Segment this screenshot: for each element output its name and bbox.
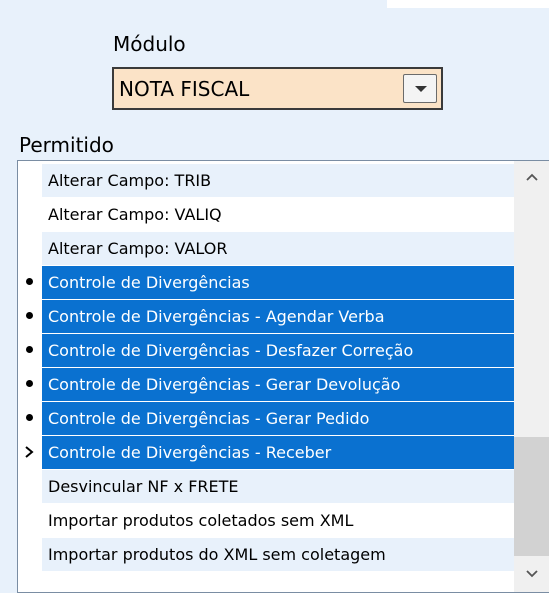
modulo-label: Módulo xyxy=(113,32,186,56)
list-item[interactable]: Alterar Campo: TRIB xyxy=(18,164,515,198)
permitido-label: Permitido xyxy=(19,133,114,157)
list-item[interactable]: Controle de Divergências xyxy=(18,266,515,300)
chevron-down-icon xyxy=(526,570,538,578)
row-indicator xyxy=(18,198,42,231)
list-item-label: Alterar Campo: VALOR xyxy=(42,232,514,265)
list-item-label: Alterar Campo: TRIB xyxy=(42,164,514,197)
permitido-list[interactable]: Alterar Campo: TRIB Alterar Campo: VALIQ A… xyxy=(17,160,549,593)
row-indicator xyxy=(18,504,42,537)
scroll-down-button[interactable] xyxy=(514,558,549,592)
row-indicator xyxy=(18,470,42,503)
scrollbar-thumb[interactable] xyxy=(514,437,549,556)
vertical-scrollbar[interactable] xyxy=(514,161,549,592)
list-item[interactable]: Controle de Divergências - Agendar Verba xyxy=(18,300,515,334)
bullet-icon xyxy=(26,414,33,421)
row-indicator xyxy=(18,334,42,367)
current-row-arrow-icon xyxy=(25,446,34,458)
list-item-label: Controle de Divergências xyxy=(42,266,514,299)
list-item[interactable]: Controle de Divergências - Desfazer Corr… xyxy=(18,334,515,368)
bullet-icon xyxy=(26,346,33,353)
list-item[interactable]: Desvincular NF x FRETE xyxy=(18,470,515,504)
row-indicator xyxy=(18,368,42,401)
list-item-label: Controle de Divergências - Desfazer Corr… xyxy=(42,334,514,367)
list-item[interactable]: Controle de Divergências - Gerar Devoluç… xyxy=(18,368,515,402)
list-item[interactable]: Alterar Campo: VALOR xyxy=(18,232,515,266)
list-item[interactable]: Alterar Campo: VALIQ xyxy=(18,198,515,232)
bullet-icon xyxy=(26,312,33,319)
row-indicator xyxy=(18,538,42,571)
chevron-down-icon[interactable] xyxy=(403,74,437,103)
list-item[interactable]: Importar produtos do XML sem coletagem xyxy=(18,538,515,572)
list-item-label: Controle de Divergências - Agendar Verba xyxy=(42,300,514,333)
row-indicator xyxy=(18,300,42,333)
scroll-up-button[interactable] xyxy=(514,161,549,195)
chevron-up-icon xyxy=(526,173,538,181)
row-indicator xyxy=(18,164,42,197)
bullet-icon xyxy=(26,380,33,387)
list-item[interactable]: Controle de Divergências - Gerar Pedido xyxy=(18,402,515,436)
row-indicator xyxy=(18,232,42,265)
modulo-select[interactable]: NOTA FISCAL xyxy=(112,67,443,110)
modulo-select-value: NOTA FISCAL xyxy=(119,77,250,101)
panel-background-top xyxy=(0,0,387,8)
row-indicator xyxy=(18,402,42,435)
list-item-label: Desvincular NF x FRETE xyxy=(42,470,514,503)
list-item[interactable]: Controle de Divergências - Receber xyxy=(18,436,515,470)
list-item-label: Controle de Divergências - Gerar Pedido xyxy=(42,402,514,435)
list-item-label: Importar produtos do XML sem coletagem xyxy=(42,538,514,571)
row-indicator xyxy=(18,436,42,469)
list-item-label: Controle de Divergências - Receber xyxy=(42,436,514,469)
row-indicator xyxy=(18,266,42,299)
bullet-icon xyxy=(26,278,33,285)
list-item-label: Importar produtos coletados sem XML xyxy=(42,504,514,537)
list-item[interactable]: Importar produtos coletados sem XML xyxy=(18,504,515,538)
list-item-label: Alterar Campo: VALIQ xyxy=(42,198,514,231)
list-item-label: Controle de Divergências - Gerar Devoluç… xyxy=(42,368,514,401)
